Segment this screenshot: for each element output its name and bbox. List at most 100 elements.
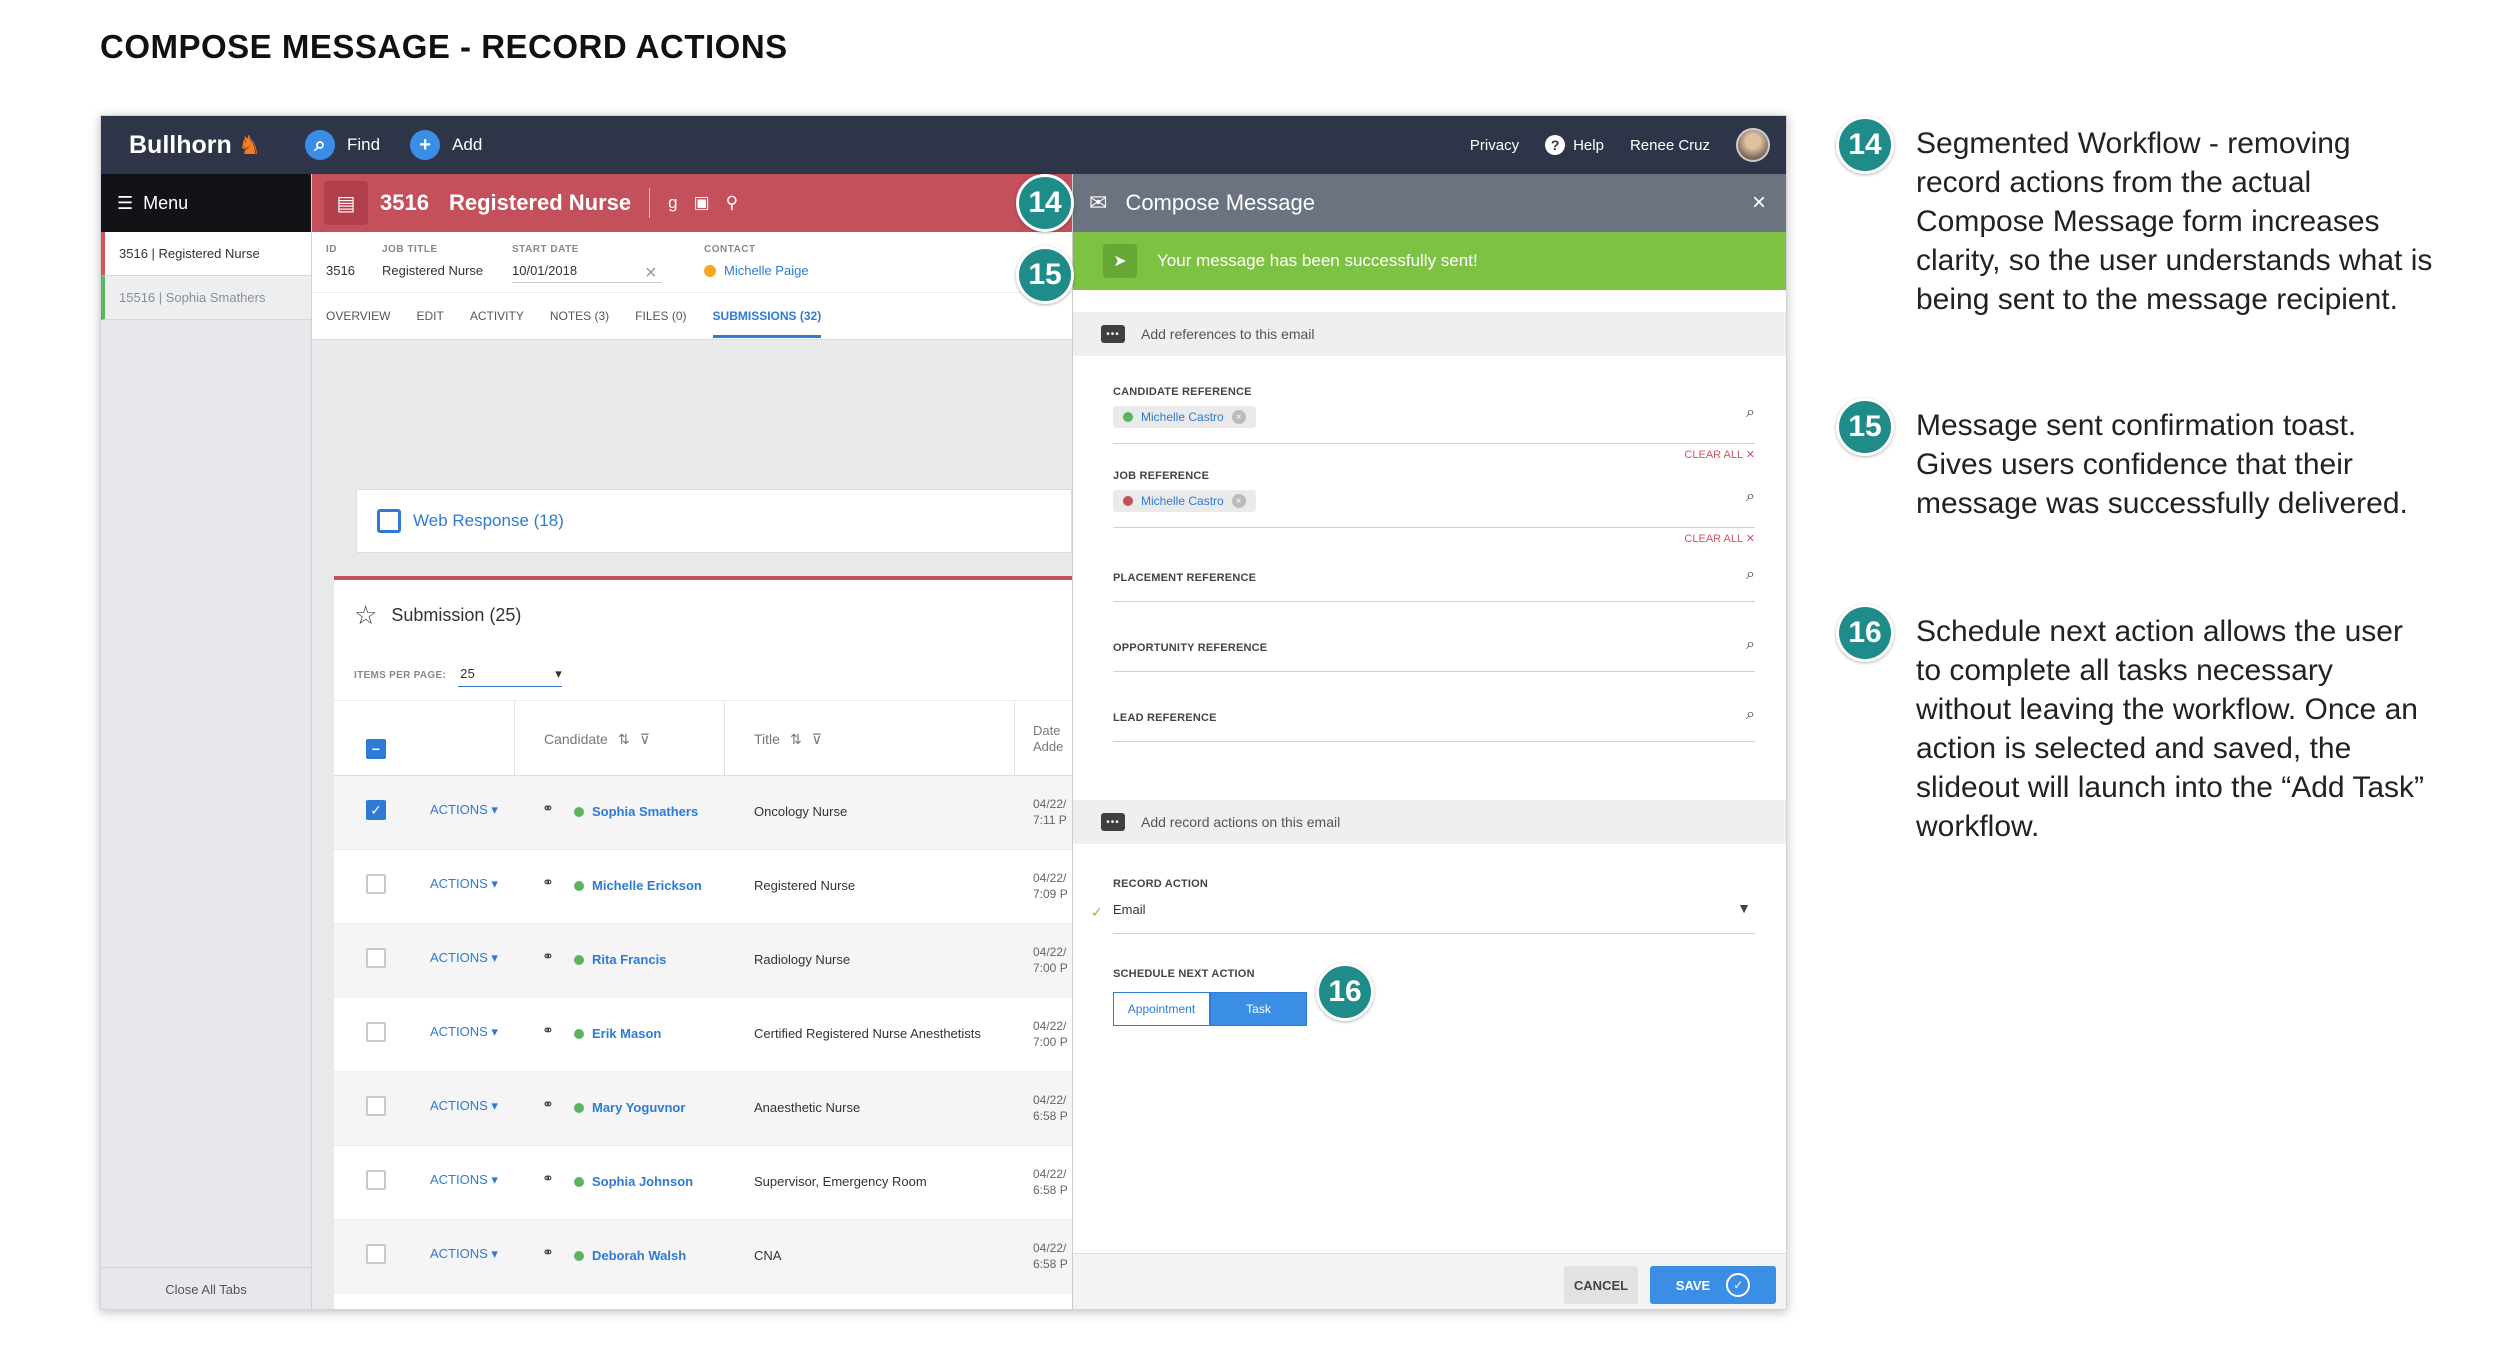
- candidate-link[interactable]: Sophia Smathers: [574, 804, 698, 819]
- filter-icon[interactable]: ⊽: [640, 731, 650, 748]
- sort-icon[interactable]: ⇅: [618, 731, 630, 748]
- find-button[interactable]: ⌕ Find: [305, 130, 380, 160]
- close-icon[interactable]: ×: [1752, 189, 1766, 217]
- contact-link[interactable]: Michelle Paige: [704, 263, 809, 278]
- sort-icon[interactable]: ⇅: [790, 731, 802, 748]
- remove-chip-icon[interactable]: ×: [1231, 494, 1246, 508]
- binoculars-icon[interactable]: ⚭: [542, 800, 554, 817]
- tab-notes[interactable]: NOTES (3): [550, 309, 609, 323]
- candidate-name: Rita Francis: [592, 952, 667, 967]
- save-button[interactable]: SAVE ✓: [1650, 1266, 1776, 1304]
- task-option[interactable]: Task: [1210, 992, 1307, 1026]
- actions-dropdown[interactable]: ACTIONS ▾: [430, 1172, 498, 1188]
- job-reference-chip[interactable]: Michelle Castro ×: [1113, 490, 1256, 512]
- row-checkbox[interactable]: [366, 1022, 386, 1042]
- search-icon[interactable]: ⌕: [1746, 404, 1755, 422]
- tab-activity[interactable]: ACTIVITY: [470, 309, 524, 323]
- help-button[interactable]: ? Help: [1545, 135, 1604, 155]
- row-checkbox[interactable]: [366, 874, 386, 894]
- row-checkbox[interactable]: ✓: [366, 800, 386, 820]
- row-checkbox[interactable]: [366, 948, 386, 968]
- candidate-link[interactable]: Rita Francis: [574, 952, 666, 967]
- table-row[interactable]: ACTIONS ▾ ⚭ Mary Yoguvnor Anaesthetic Nurse…: [334, 1072, 1072, 1146]
- search-icon[interactable]: ⌕: [1746, 566, 1755, 584]
- actions-dropdown[interactable]: ACTIONS ▾: [430, 802, 498, 818]
- tab-edit[interactable]: EDIT: [416, 309, 443, 323]
- table-row[interactable]: ACTIONS ▾ ⚭ Erik Mason Certified Registered…: [334, 998, 1072, 1072]
- clear-all-button[interactable]: CLEAR ALL ✕: [1684, 448, 1755, 461]
- remove-chip-icon[interactable]: ×: [1231, 410, 1246, 424]
- binoculars-icon[interactable]: ⚭: [542, 948, 554, 965]
- tab-submissions[interactable]: SUBMISSIONS (32): [712, 309, 822, 338]
- items-per-page-select[interactable]: 25 ▾: [458, 664, 563, 687]
- actions-dropdown[interactable]: ACTIONS ▾: [430, 950, 498, 966]
- chevron-down-icon: ▼: [1737, 900, 1751, 916]
- binoculars-icon[interactable]: ⚭: [542, 1096, 554, 1113]
- search-icon[interactable]: ⌕: [1746, 636, 1755, 654]
- close-all-tabs-button[interactable]: Close All Tabs: [101, 1267, 311, 1309]
- candidate-reference-chip[interactable]: Michelle Castro ×: [1113, 406, 1256, 428]
- table-row[interactable]: ACTIONS ▾ ⚭ Sophia Johnson Supervisor, Emer…: [334, 1146, 1072, 1220]
- star-icon[interactable]: ☆: [354, 600, 377, 631]
- search-icon[interactable]: ⌕: [1746, 488, 1755, 506]
- row-checkbox[interactable]: [366, 1244, 386, 1264]
- table-row[interactable]: ACTIONS ▾ ⚭ Rita Francis Radiology Nurse 04/…: [334, 924, 1072, 998]
- sidebar-tab-sophia-smathers[interactable]: 15516 | Sophia Smathers: [101, 276, 311, 320]
- date-added-column-header[interactable]: Date Adde: [1033, 723, 1063, 755]
- job-reference-field[interactable]: JOB REFERENCE Michelle Castro × ⌕: [1113, 470, 1755, 528]
- actions-dropdown[interactable]: ACTIONS ▾: [430, 876, 498, 892]
- candidate-link[interactable]: Mary Yoguvnor: [574, 1100, 685, 1115]
- actions-label: ACTIONS: [430, 1098, 488, 1113]
- placement-reference-field[interactable]: PLACEMENT REFERENCE ⌕: [1113, 558, 1755, 602]
- google-icon[interactable]: g: [668, 193, 677, 213]
- search-icon[interactable]: ⌕: [1746, 706, 1755, 724]
- start-date-field[interactable]: 10/01/2018: [512, 263, 662, 283]
- linkedin-icon[interactable]: ▣: [694, 193, 710, 213]
- tab-files[interactable]: FILES (0): [635, 309, 686, 323]
- binoculars-icon[interactable]: ⚭: [542, 1244, 554, 1261]
- privacy-link[interactable]: Privacy: [1470, 137, 1519, 154]
- candidate-link[interactable]: Erik Mason: [574, 1026, 661, 1041]
- add-button[interactable]: + Add: [410, 130, 482, 160]
- actions-dropdown[interactable]: ACTIONS ▾: [430, 1024, 498, 1040]
- user-name[interactable]: Renee Cruz: [1630, 137, 1710, 154]
- candidate-link[interactable]: Sophia Johnson: [574, 1174, 693, 1189]
- table-row[interactable]: ACTIONS ▾⚭Anita HolmesRegistered Nurse-P…: [334, 1294, 1072, 1309]
- clear-all-button[interactable]: CLEAR ALL ✕: [1684, 532, 1755, 545]
- tab-overview[interactable]: OVERVIEW: [326, 309, 390, 323]
- filter-icon[interactable]: ⊽: [812, 731, 822, 748]
- record-actions-section-label: Add record actions on this email: [1141, 814, 1341, 830]
- bullhorn-logo[interactable]: Bullhorn ♞: [129, 130, 305, 161]
- row-checkbox[interactable]: [366, 1170, 386, 1190]
- table-row[interactable]: ACTIONS ▾ ⚭ Michelle Erickson Registered Nu…: [334, 850, 1072, 924]
- sidebar-tab-registered-nurse[interactable]: 3516 | Registered Nurse: [101, 232, 311, 276]
- binoculars-icon[interactable]: ⚭: [542, 874, 554, 891]
- compose-header: ✉ Compose Message ×: [1073, 174, 1786, 232]
- menu-button[interactable]: ☰ Menu: [101, 174, 311, 232]
- location-pin-icon[interactable]: ⚲: [726, 193, 738, 213]
- items-per-page-label: ITEMS PER PAGE:: [354, 669, 447, 681]
- binoculars-icon[interactable]: ⚭: [542, 1170, 554, 1187]
- actions-label: ACTIONS: [430, 950, 488, 965]
- appointment-option[interactable]: Appointment: [1113, 992, 1210, 1026]
- avatar[interactable]: [1736, 128, 1770, 162]
- table-row[interactable]: ✓ ACTIONS ▾ ⚭ Sophia Smathers Oncology Nurse…: [334, 776, 1072, 850]
- cancel-button[interactable]: CANCEL: [1564, 1266, 1638, 1304]
- clear-date-icon[interactable]: ×: [645, 262, 657, 285]
- actions-dropdown[interactable]: ACTIONS ▾: [430, 1246, 498, 1262]
- actions-dropdown[interactable]: ACTIONS ▾: [430, 1098, 498, 1114]
- candidate-link[interactable]: Michelle Erickson: [574, 878, 702, 893]
- table-row[interactable]: ACTIONS ▾ ⚭ Deborah Walsh CNA 04/22/6:58 P: [334, 1220, 1072, 1294]
- web-response-card[interactable]: Web Response (18): [356, 489, 1072, 553]
- binoculars-icon[interactable]: ⚭: [542, 1022, 554, 1039]
- candidate-reference-field[interactable]: CANDIDATE REFERENCE Michelle Castro × ⌕: [1113, 386, 1755, 444]
- title-column-header[interactable]: Title ⇅ ⊽: [754, 731, 822, 748]
- record-action-select[interactable]: RECORD ACTION ✓ Email ▼: [1091, 878, 1755, 934]
- title-header-label: Title: [754, 731, 780, 747]
- opportunity-reference-field[interactable]: OPPORTUNITY REFERENCE ⌕: [1113, 628, 1755, 672]
- lead-reference-field[interactable]: LEAD REFERENCE ⌕: [1113, 698, 1755, 742]
- candidate-link[interactable]: Deborah Walsh: [574, 1248, 686, 1263]
- select-all-checkbox[interactable]: −: [366, 739, 386, 759]
- candidate-column-header[interactable]: Candidate ⇅ ⊽: [544, 731, 650, 748]
- row-checkbox[interactable]: [366, 1096, 386, 1116]
